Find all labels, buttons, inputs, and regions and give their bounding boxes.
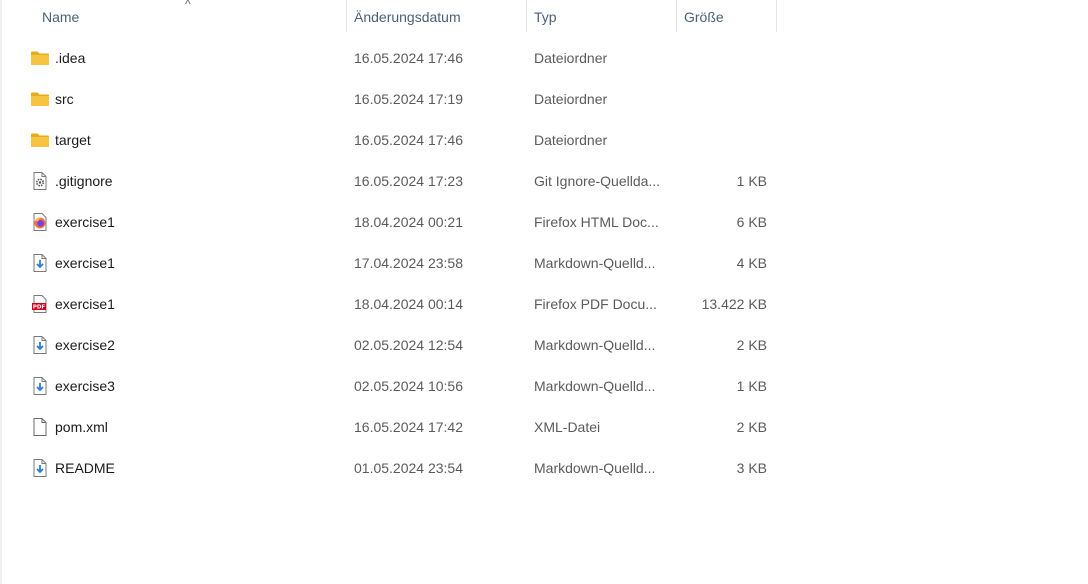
file-row[interactable]: PDF exercise1 18.04.2024 00:14 Firefox P… bbox=[2, 284, 778, 325]
blank-file-icon bbox=[30, 417, 50, 437]
file-row[interactable]: exercise2 02.05.2024 12:54 Markdown-Quel… bbox=[2, 325, 778, 366]
markdown-file-icon bbox=[30, 458, 50, 478]
file-row[interactable]: exercise3 02.05.2024 10:56 Markdown-Quel… bbox=[2, 366, 778, 407]
file-type: Dateiordner bbox=[534, 132, 608, 148]
file-name: exercise1 bbox=[55, 296, 115, 312]
column-divider[interactable] bbox=[776, 0, 777, 32]
file-row[interactable]: README 01.05.2024 23:54 Markdown-Quelld.… bbox=[2, 448, 778, 489]
file-type: Git Ignore-Quellda... bbox=[534, 173, 661, 189]
file-size: 1 KB bbox=[736, 173, 767, 189]
file-type: Dateiordner bbox=[534, 50, 608, 66]
file-row[interactable]: .idea 16.05.2024 17:46 Dateiordner bbox=[2, 38, 778, 79]
file-modified-date: 01.05.2024 23:54 bbox=[354, 460, 463, 476]
file-modified-date: 16.05.2024 17:46 bbox=[354, 50, 463, 66]
file-name: pom.xml bbox=[55, 419, 108, 435]
file-modified-date: 16.05.2024 17:46 bbox=[354, 132, 463, 148]
file-name: exercise1 bbox=[55, 255, 115, 271]
file-row[interactable]: exercise1 17.04.2024 23:58 Markdown-Quel… bbox=[2, 243, 778, 284]
file-size: 4 KB bbox=[736, 255, 767, 271]
file-modified-date: 02.05.2024 12:54 bbox=[354, 337, 463, 353]
file-name: README bbox=[55, 460, 115, 476]
file-name: exercise2 bbox=[55, 337, 115, 353]
file-modified-date: 16.05.2024 17:19 bbox=[354, 91, 463, 107]
markdown-file-icon bbox=[30, 253, 50, 273]
file-size: 13.422 KB bbox=[701, 296, 767, 312]
file-size: 2 KB bbox=[736, 419, 767, 435]
file-row[interactable]: target 16.05.2024 17:46 Dateiordner bbox=[2, 120, 778, 161]
gear-file-icon bbox=[30, 171, 50, 191]
file-type: Dateiordner bbox=[534, 91, 608, 107]
file-type: Firefox HTML Doc... bbox=[534, 214, 659, 230]
folder-icon bbox=[30, 89, 50, 109]
file-row[interactable]: .gitignore 16.05.2024 17:23 Git Ignore-Q… bbox=[2, 161, 778, 202]
file-row[interactable]: exercise1 18.04.2024 00:21 Firefox HTML … bbox=[2, 202, 778, 243]
column-header-date[interactable]: Änderungsdatum bbox=[346, 0, 526, 34]
file-name: exercise1 bbox=[55, 214, 115, 230]
file-list-pane: ^ Name Änderungsdatum Typ Größe .idea 16… bbox=[0, 0, 1088, 584]
file-modified-date: 17.04.2024 23:58 bbox=[354, 255, 463, 271]
file-name: target bbox=[55, 132, 91, 148]
folder-icon bbox=[30, 130, 50, 150]
file-modified-date: 16.05.2024 17:23 bbox=[354, 173, 463, 189]
file-type: Markdown-Quelld... bbox=[534, 255, 656, 271]
file-modified-date: 02.05.2024 10:56 bbox=[354, 378, 463, 394]
file-modified-date: 16.05.2024 17:42 bbox=[354, 419, 463, 435]
column-header-type[interactable]: Typ bbox=[526, 0, 676, 34]
file-modified-date: 18.04.2024 00:14 bbox=[354, 296, 463, 312]
markdown-file-icon bbox=[30, 376, 50, 396]
file-size: 3 KB bbox=[736, 460, 767, 476]
file-size: 1 KB bbox=[736, 378, 767, 394]
column-header-bar: ^ Name Änderungsdatum Typ Größe bbox=[2, 0, 778, 34]
file-type: Firefox PDF Docu... bbox=[534, 296, 657, 312]
firefox-html-icon bbox=[30, 212, 50, 232]
file-list: .idea 16.05.2024 17:46 Dateiordner src 1… bbox=[2, 38, 778, 489]
file-row[interactable]: pom.xml 16.05.2024 17:42 XML-Datei 2 KB bbox=[2, 407, 778, 448]
column-header-size[interactable]: Größe bbox=[676, 0, 776, 34]
file-name: exercise3 bbox=[55, 378, 115, 394]
markdown-file-icon bbox=[30, 335, 50, 355]
file-name: .gitignore bbox=[55, 173, 113, 189]
file-row[interactable]: src 16.05.2024 17:19 Dateiordner bbox=[2, 79, 778, 120]
file-type: Markdown-Quelld... bbox=[534, 460, 656, 476]
file-size: 6 KB bbox=[736, 214, 767, 230]
column-header-name[interactable]: Name bbox=[34, 0, 346, 34]
file-modified-date: 18.04.2024 00:21 bbox=[354, 214, 463, 230]
file-type: Markdown-Quelld... bbox=[534, 378, 656, 394]
file-size: 2 KB bbox=[736, 337, 767, 353]
folder-icon bbox=[30, 48, 50, 68]
file-type: XML-Datei bbox=[534, 419, 601, 435]
file-name: src bbox=[55, 91, 74, 107]
svg-text:PDF: PDF bbox=[33, 305, 46, 311]
pdf-file-icon: PDF bbox=[30, 294, 50, 314]
file-type: Markdown-Quelld... bbox=[534, 337, 656, 353]
file-name: .idea bbox=[55, 50, 86, 66]
